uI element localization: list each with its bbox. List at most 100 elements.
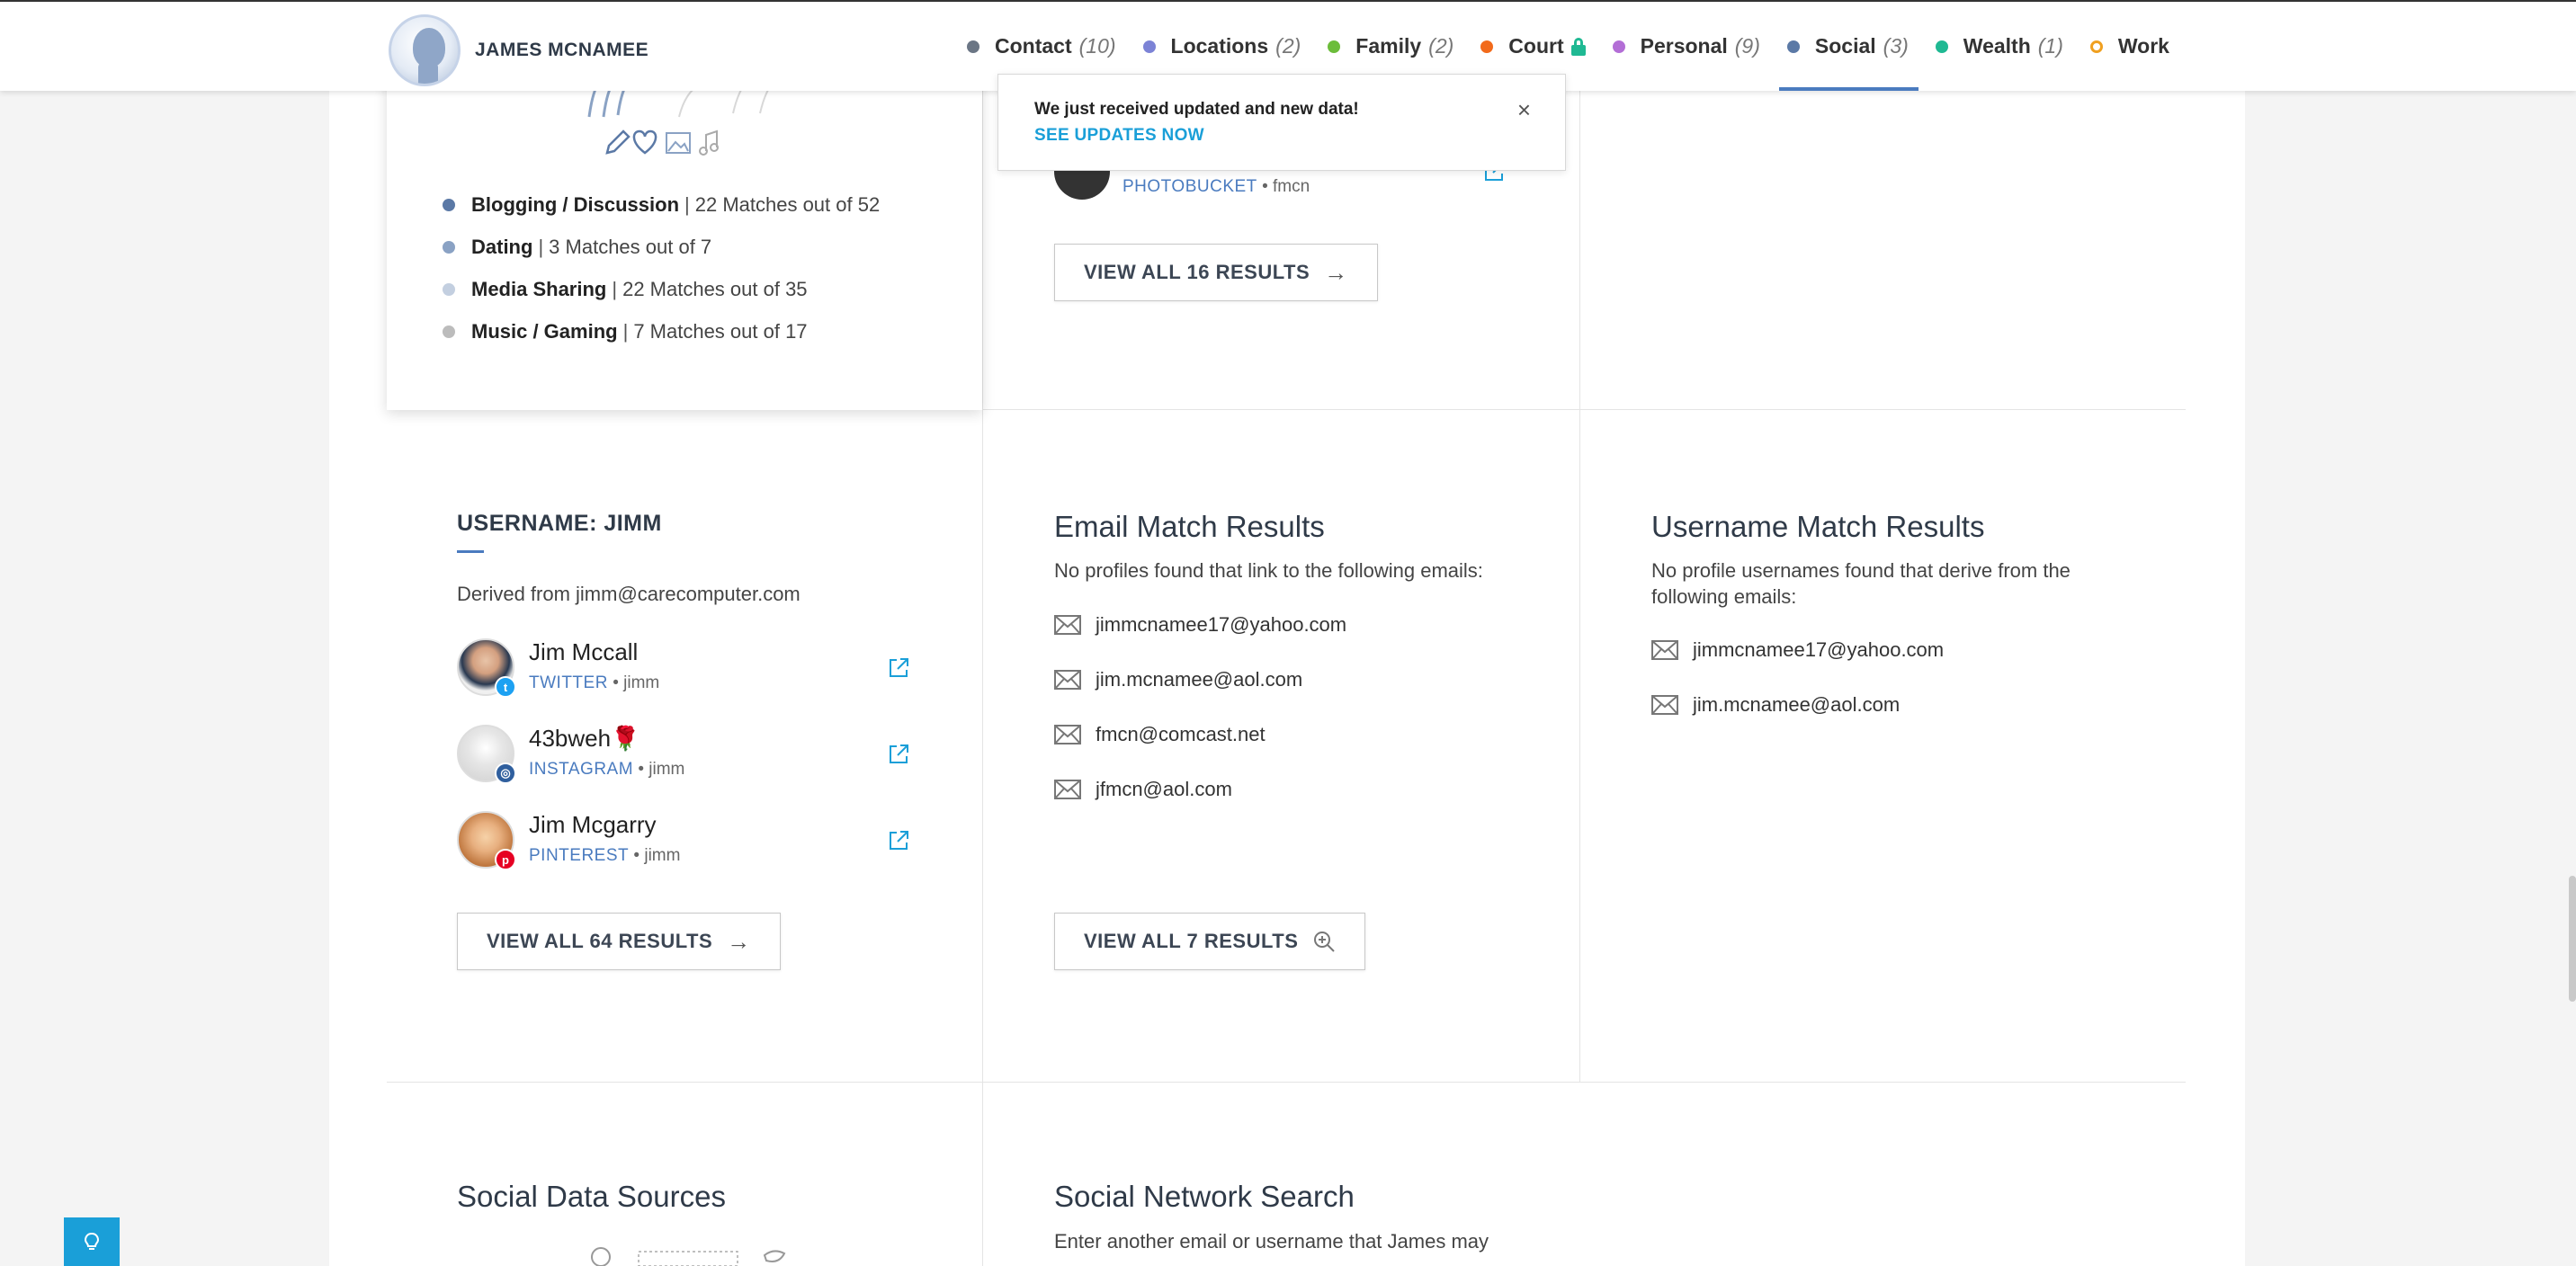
external-link-icon[interactable] bbox=[887, 743, 910, 766]
profile-name: Jim Mcgarry bbox=[529, 811, 657, 838]
view-all-64-button[interactable]: VIEW ALL 64 RESULTS → bbox=[457, 913, 781, 970]
view-all-7-button[interactable]: VIEW ALL 7 RESULTS bbox=[1054, 913, 1366, 970]
legend-category: Media Sharing bbox=[471, 277, 607, 300]
envelope-icon bbox=[1651, 695, 1678, 715]
view-all-16-button[interactable]: VIEW ALL 16 RESULTS → bbox=[1054, 244, 1378, 301]
list-item: jimmcnamee17@yahoo.com bbox=[1054, 613, 1346, 637]
blogging-dot-icon bbox=[443, 198, 455, 211]
button-label: VIEW ALL 16 RESULTS bbox=[1084, 261, 1310, 283]
lightbulb-icon bbox=[84, 1232, 100, 1250]
nav-label: Contact bbox=[995, 34, 1072, 58]
legend-category: Blogging / Discussion bbox=[471, 192, 680, 216]
network-label: INSTAGRAM bbox=[529, 760, 634, 779]
nav-count: (3) bbox=[1883, 34, 1909, 58]
social-network-search-title: Social Network Search bbox=[1054, 1180, 1355, 1213]
handle-label: jimm bbox=[648, 760, 685, 779]
instagram-icon: ◎ bbox=[495, 762, 516, 784]
email-match-desc: No profiles found that link to the follo… bbox=[1054, 559, 1483, 582]
nav-count: (2) bbox=[1428, 34, 1454, 58]
envelope-icon bbox=[1054, 780, 1081, 799]
bullet: • bbox=[613, 673, 619, 692]
nav-label: Personal bbox=[1640, 34, 1728, 58]
username-match-title: Username Match Results bbox=[1651, 510, 1985, 543]
envelope-icon bbox=[1054, 670, 1081, 690]
envelope-icon bbox=[1651, 640, 1678, 660]
close-icon[interactable]: × bbox=[1517, 96, 1531, 124]
bullet: • bbox=[638, 760, 644, 779]
arrow-right-icon: → bbox=[727, 927, 751, 955]
network-label: PHOTOBUCKET bbox=[1123, 177, 1257, 196]
list-item: jim.mcnamee@aol.com bbox=[1651, 693, 1900, 717]
twitter-icon: t bbox=[495, 676, 516, 698]
locations-dot-icon bbox=[1142, 40, 1156, 53]
see-updates-link[interactable]: SEE UPDATES NOW bbox=[1034, 126, 1204, 146]
list-item[interactable]: t Jim Mccall TWITTER • jimm bbox=[457, 638, 660, 698]
nav-label: Locations bbox=[1170, 34, 1269, 58]
legend-value: 7 Matches out of 17 bbox=[633, 319, 808, 343]
network-label: PINTEREST bbox=[529, 846, 630, 865]
list-item: fmcn@comcast.net bbox=[1054, 723, 1266, 746]
court-dot-icon bbox=[1480, 40, 1494, 53]
button-label: VIEW ALL 7 RESULTS bbox=[1084, 930, 1299, 952]
pencil-icon bbox=[605, 129, 631, 155]
dating-dot-icon bbox=[443, 240, 455, 254]
email-address: jfmcn@aol.com bbox=[1096, 778, 1232, 800]
handle-label: jimm bbox=[623, 673, 660, 692]
nav-label: Court bbox=[1508, 34, 1564, 58]
title-underline bbox=[457, 550, 484, 553]
legend-row-blogging: Blogging / Discussion | 22 Matches out o… bbox=[443, 183, 880, 226]
update-toast: We just received updated and new data! S… bbox=[997, 74, 1566, 171]
handle-label: jimm bbox=[644, 846, 681, 865]
external-link-icon[interactable] bbox=[887, 829, 910, 852]
nav-personal[interactable]: Personal (9) bbox=[1599, 2, 1774, 91]
wealth-dot-icon bbox=[1935, 40, 1948, 53]
scrollbar[interactable] bbox=[2569, 876, 2576, 1002]
tips-button[interactable] bbox=[64, 1217, 120, 1266]
username-match-desc: No profile usernames found that derive f… bbox=[1651, 559, 2071, 608]
social-data-sources-title: Social Data Sources bbox=[457, 1180, 726, 1213]
email-address: jimmcnamee17@yahoo.com bbox=[1693, 638, 1945, 661]
legend-value: 3 Matches out of 7 bbox=[549, 235, 712, 258]
email-address: fmcn@comcast.net bbox=[1096, 723, 1266, 745]
username-section-title: USERNAME: JIMM bbox=[457, 511, 662, 536]
profile-header[interactable]: JAMES MCNAMEE bbox=[389, 14, 648, 86]
avatar: t bbox=[457, 638, 516, 698]
lock-icon bbox=[1570, 37, 1586, 56]
handle-label: fmcn bbox=[1273, 177, 1310, 196]
profile-name: 43bweh🌹 bbox=[529, 725, 640, 752]
heart-icon bbox=[632, 129, 657, 155]
social-network-search-desc: Enter another email or username that Jam… bbox=[1054, 1230, 1489, 1253]
profile-name: JAMES MCNAMEE bbox=[475, 40, 649, 60]
profile-name: Jim Mccall bbox=[529, 638, 639, 665]
list-item[interactable]: p Jim Mcgarry PINTEREST • jimm bbox=[457, 811, 681, 870]
nav-wealth[interactable]: Wealth (1) bbox=[1922, 2, 2077, 91]
email-address: jim.mcnamee@aol.com bbox=[1096, 668, 1303, 691]
nav-social[interactable]: Social (3) bbox=[1774, 2, 1922, 91]
legend-separator: | bbox=[538, 235, 544, 258]
external-link-icon[interactable] bbox=[887, 656, 910, 680]
bullet: • bbox=[1262, 177, 1268, 196]
nav-label: Work bbox=[2117, 34, 2169, 58]
button-label: VIEW ALL 64 RESULTS bbox=[487, 930, 713, 952]
category-illustration bbox=[587, 81, 775, 156]
legend-row-media: Media Sharing | 22 Matches out of 35 bbox=[443, 268, 880, 310]
nav-count: (9) bbox=[1734, 34, 1760, 58]
arrow-right-icon: → bbox=[1324, 258, 1348, 286]
pinterest-icon: p bbox=[495, 849, 516, 870]
nav-work[interactable]: Work bbox=[2077, 2, 2183, 91]
email-match-title: Email Match Results bbox=[1054, 510, 1325, 543]
list-item: jim.mcnamee@aol.com bbox=[1054, 668, 1302, 691]
match-subtitle: PHOTOBUCKET • fmcn bbox=[1123, 177, 1310, 197]
list-item: jfmcn@aol.com bbox=[1054, 778, 1232, 801]
nav-label: Family bbox=[1355, 34, 1422, 58]
list-item: jimmcnamee17@yahoo.com bbox=[1651, 638, 1944, 662]
avatar: p bbox=[457, 811, 516, 870]
nav-count: (1) bbox=[2037, 34, 2063, 58]
legend-value: 22 Matches out of 52 bbox=[694, 192, 881, 216]
list-item[interactable]: ◎ 43bweh🌹 INSTAGRAM • jimm bbox=[457, 725, 685, 784]
personal-dot-icon bbox=[1612, 40, 1625, 53]
nav-label: Wealth bbox=[1963, 34, 2031, 58]
legend-separator: | bbox=[622, 319, 629, 343]
toast-message: We just received updated and new data! bbox=[1034, 100, 1359, 119]
envelope-icon bbox=[1054, 725, 1081, 744]
